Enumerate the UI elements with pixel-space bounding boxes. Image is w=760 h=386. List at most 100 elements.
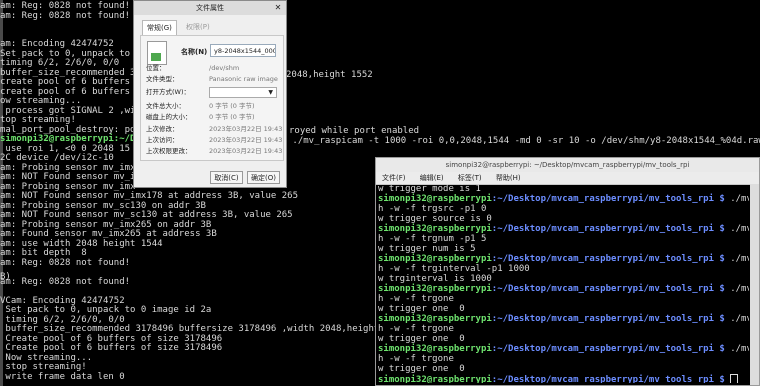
permission-changed-label: 上次权限更改： [146,147,192,155]
terminal-line: mal_port_pool_destroy: po [0,124,136,135]
terminal-window-line: simonpi32@raspberrypi:~/Desktop/mvcam_ra… [378,224,749,234]
terminal-line: Set pack to 0, unpack to 0 image id 2a [0,305,212,315]
terminal-fragment-command: ./mv_raspicam -t 1000 -roi 0,0,2048,1544… [287,136,760,146]
terminal-line: am: Encoding 42474752 [0,39,114,49]
terminal-prompt-user: simonpi32@raspberrypi [378,224,492,234]
terminal-line: ow streaming... [0,96,82,106]
file-properties-dialog[interactable]: 文件属性 ✕ 常规(G) 权限(P) 名称(N) y8-2048x1544_00… [133,0,287,188]
terminal-prompt-user: simonpi32@raspberrypi [378,194,492,204]
terminal-line: am: use width 2048 height 1544 [0,238,163,249]
terminal-line: am: NOT Found sensor mv_imx178 at addres… [0,191,299,201]
terminal-window-title: simonpi32@raspberrypi: ~/Desktop/mvcam_r… [376,158,759,172]
name-field[interactable]: y8-2048x1544_000 [210,44,276,57]
terminal-prompt-path: :~/Desktop/mvcam_raspberrypi/mv_tools_rp… [491,344,725,354]
terminal-command: ./mv_mipi_i2c [730,224,749,234]
terminal-line: stop streaming! [0,362,87,372]
menu-edit[interactable]: 编辑(E) [420,174,444,182]
terminal-prompt-user: simonpi32@raspberrypi [378,344,492,354]
terminal-line: buffer_size_recommended 31 [0,67,141,78]
terminal-line: use roi 1, <0 0 2048 15 [0,143,131,154]
terminal-fragment-destroyed: royed while port enabled [289,126,420,136]
terminal-fragment-side: B) [0,272,11,282]
terminal-window-line: h -w -f trginterval -p1 1000 [378,264,530,274]
terminal-prompt-path: :~/Desktop/mvcam_raspberrypi/mv_tools_rp… [491,224,725,234]
terminal-line: am: NOT Found sensor mv_sc130 at address… [0,210,293,220]
terminal-window-line: w trigger num is 5 [378,244,476,254]
size-label: 文件总大小： [146,102,185,110]
terminal-window-line: w trigger source is 0 [378,214,492,224]
dialog-title: 文件属性 [134,1,286,15]
menu-help[interactable]: 帮助(H) [496,174,521,182]
terminal-window-line: h -w -f trgone [378,354,454,364]
open-with-label: 打开方式(W)： [146,88,190,96]
accessed-value: 2023年03月22日 19:43 [209,136,283,144]
terminal-window-line: w trigger one 0 [378,364,465,374]
modified-label: 上次修改： [146,125,179,133]
accessed-label: 上次访问： [146,136,179,144]
terminal-window-line: h -w -f trgsrc -p1 0 [378,204,487,214]
terminal-window-line: simonpi32@raspberrypi:~/Desktop/mvcam_ra… [378,344,749,354]
tab-general[interactable]: 常规(G) [142,20,177,36]
terminal-scrollbar[interactable] [750,184,759,385]
disk-size-label: 磁盘上的大小： [146,113,192,121]
terminal-line: am: Reg: 0828 not found! [0,10,131,21]
terminal-window-line: h -w -f trgone [378,294,454,304]
terminal-prompt-user: simonpi32@raspberrypi [378,284,492,294]
terminal-window-line: h -w -f trgnum -p1 5 [378,234,487,244]
terminal-line: am: Probing sensor mv_imx265 on addr 3B [0,219,212,230]
terminal-command: ./mv_mipi_i2c [730,314,749,324]
terminal-command: ./mv_mipi_i2c [730,344,749,354]
terminal-prompt-user: simonpi32@raspberrypi [378,254,492,264]
menu-file[interactable]: 文件(F) [382,174,406,182]
cancel-button[interactable]: 取消(C) [210,171,243,184]
terminal-window-line: w trginterval is 1000 [378,274,492,284]
terminal-line: write frame data len 0 [0,371,125,382]
terminal-window-line: simonpi32@raspberrypi:~/Desktop/mvcam_ra… [378,254,749,264]
size-value: 0 字节 (0 字节) [209,102,255,110]
terminal-command: ./mv_mipi_i2c [730,254,749,264]
terminal-prompt-path: :~/Desktop/mvcam_raspberrypi/mv_tools_rp… [491,375,725,383]
terminal-window-line: simonpi32@raspberrypi:~/Desktop/mvcam_ra… [378,284,749,294]
ok-button[interactable]: 确定(O) [247,171,280,184]
text-cursor [730,374,739,383]
location-value: /dev/shm [209,64,240,72]
terminal-line: am: Probing sensor mv_imx [0,162,136,173]
terminal-line: am: Reg: 0828 not found! [0,257,131,268]
terminal-window-line: w trigger one 0 [378,334,465,344]
terminal-line: Set pack to 0, unpack to 0 [0,48,141,59]
filetype-value: Panasonic raw image [209,75,278,83]
terminal-line: timing 6/2, 2/6/0, 0/0 [0,58,120,68]
terminal-line: am: bit depth 8 [0,248,87,258]
open-with-select[interactable]: ▼ [209,87,277,98]
tab-permissions[interactable]: 权限(P) [182,20,214,35]
terminal-window-line: w trigger one 0 [378,304,465,314]
terminal-line: am: Probing sensor mv_imx [0,181,136,192]
terminal-line: am: Found sensor mv_imx265 at address 3B [0,229,217,239]
terminal-command: ./mv_mipi_i2c [730,284,749,294]
terminal-line: top streaming! [0,115,76,125]
location-label: 位置： [146,64,166,72]
terminal-line: process got SIGNAL 2 ,wi [0,105,136,116]
terminal-prompt-user: simonpi32@raspberrypi [378,314,492,324]
terminal-prompt-path: :~/Desktop/mvcam_raspberrypi/mv_tools_rp… [491,254,725,264]
terminal-window-line: simonpi32@raspberrypi:~/Desktop/mvcam_ra… [378,194,749,204]
terminal-window[interactable]: simonpi32@raspberrypi: ~/Desktop/mvcam_r… [375,157,760,386]
terminal-line: am: Reg: 0828 not found! [0,1,131,11]
terminal-line: buffer_size_recommended 3178496 buffersi… [0,324,407,334]
menu-tabs[interactable]: 标签(T) [458,174,482,182]
terminal-window-line: w trigger mode is 1 [378,184,481,194]
terminal-window-line: simonpi32@raspberrypi:~/Desktop/mvcam_ra… [378,314,749,324]
terminal-window-line: h -w -f trgone [378,324,454,334]
terminal-fragment-height: 2048,height 1552 [286,70,373,80]
close-icon[interactable]: ✕ [273,3,283,13]
terminal-prompt-path: :~/Desktop/mvcam_raspberrypi/mv_tools_rp… [491,314,725,324]
terminal-prompt-path: :~/Desktop/mvcam_raspberrypi/mv_tools_rp… [491,284,725,294]
modified-value: 2023年03月22日 19:43 [209,125,283,133]
name-label: 名称(N) [181,48,208,56]
image-file-icon [147,41,167,65]
filetype-label: 文件类型： [146,75,179,83]
permission-changed-value: 2023年03月22日 19:43 [209,147,283,155]
terminal-window-output: w trigger mode is 1 simonpi32@raspberrypi… [378,184,749,383]
terminal-line: Create pool of 6 buffers of size 3178496 [0,343,223,353]
chevron-down-icon: ▼ [268,89,273,96]
